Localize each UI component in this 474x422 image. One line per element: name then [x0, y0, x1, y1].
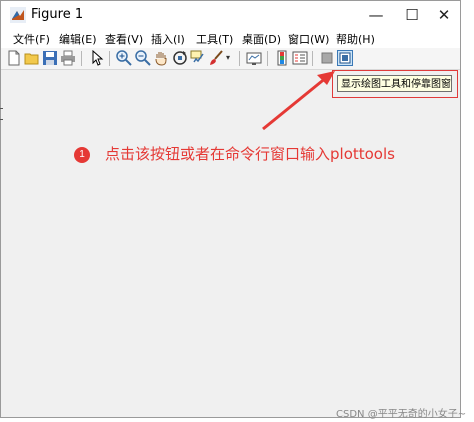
edge-divider: [0, 119, 3, 120]
instruction-text: 点击该按钮或者在命令行窗口输入plottools: [105, 145, 395, 163]
red-arrow-annotation: [262, 71, 335, 131]
watermark: CSDN @平平无奇的小女子~: [336, 409, 467, 420]
edge-divider: [0, 108, 3, 109]
figure-window: Figure 1 — ☐ ✕ 文件(F) 编辑(E) 查看(V) 插入(I) 工…: [0, 0, 466, 420]
step-number-badge: 1: [74, 147, 90, 163]
